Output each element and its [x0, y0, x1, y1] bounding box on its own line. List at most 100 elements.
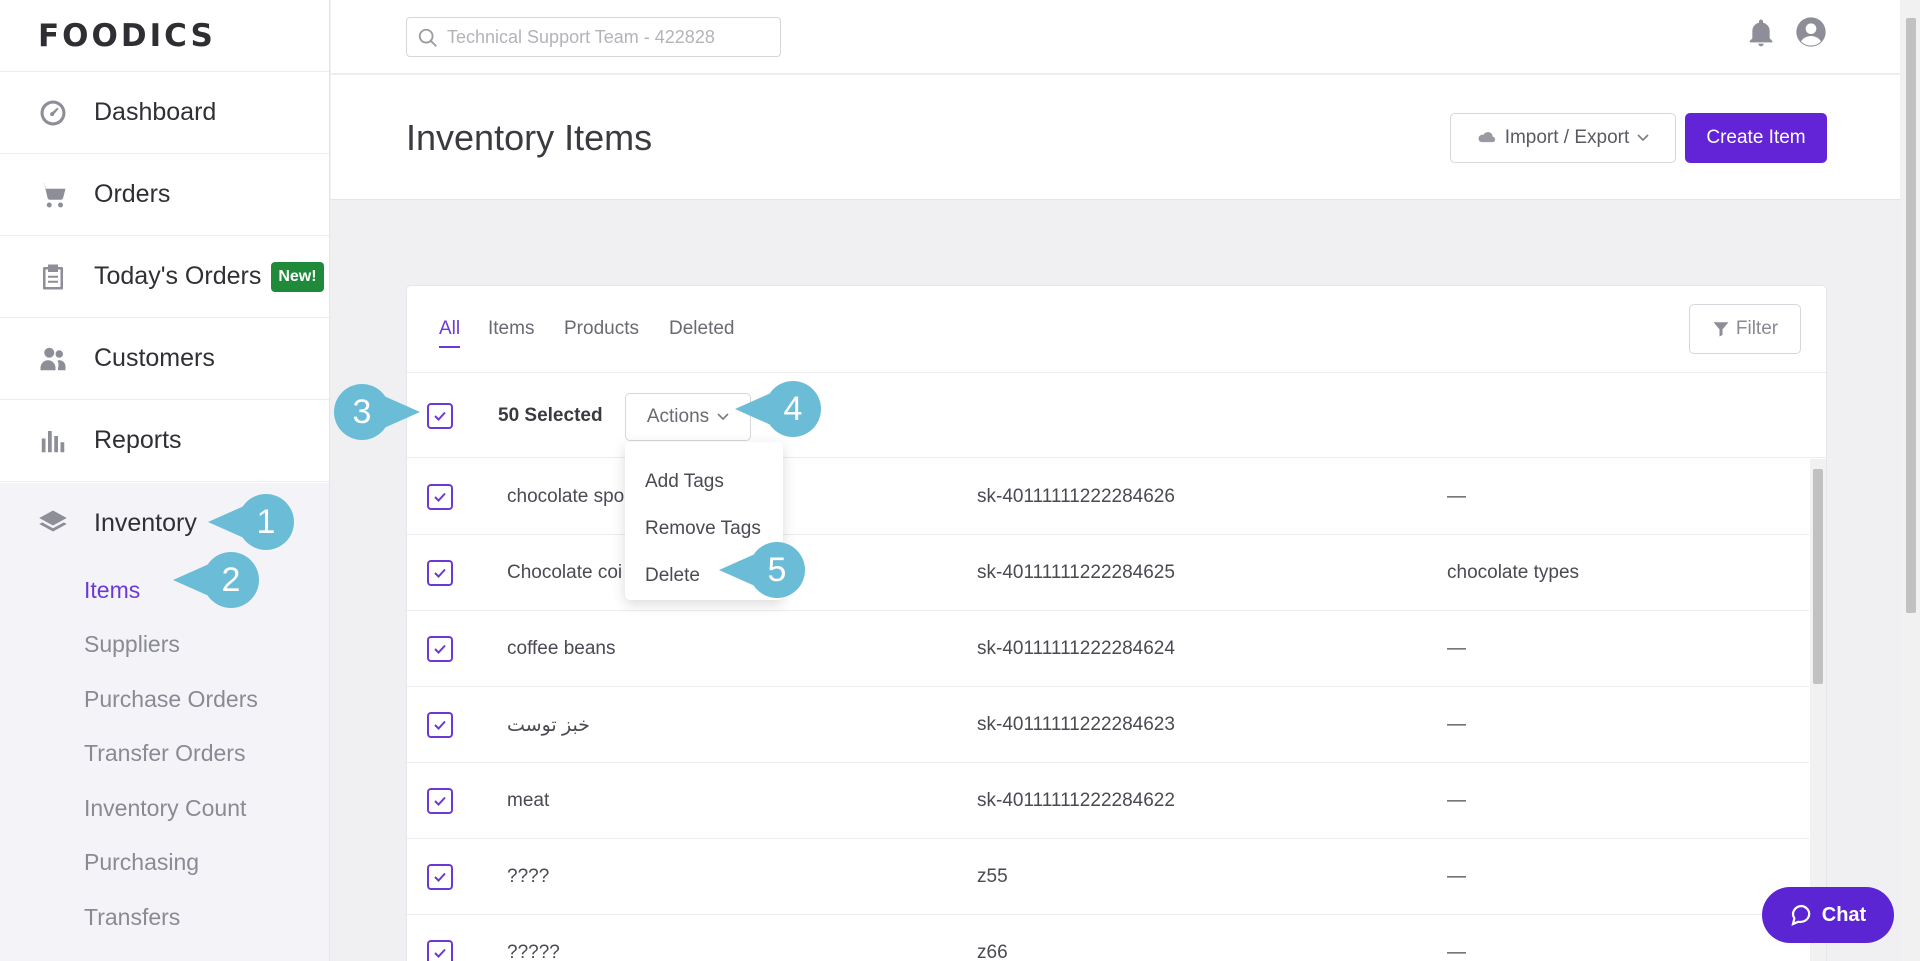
sidebar-item-dashboard[interactable]: Dashboard	[0, 72, 329, 154]
check-icon	[434, 720, 446, 730]
item-name: ????	[507, 866, 550, 887]
table-row[interactable]: Chocolate coi sk-40111111222284625 choco…	[407, 535, 1809, 611]
tab-deleted[interactable]: Deleted	[669, 318, 735, 340]
table-row[interactable]: coffee beans sk-40111111222284624 —	[407, 611, 1809, 687]
chevron-down-icon	[717, 413, 729, 421]
add-tags-option[interactable]: Add Tags	[625, 458, 783, 505]
sidebar-item-label: Orders	[94, 180, 171, 208]
sidebar: FOODICS Dashboard Orders Today's Orders …	[0, 0, 330, 961]
sidebar-subitem-purchase-orders[interactable]: Purchase Orders	[0, 672, 329, 727]
item-sku: z55	[977, 866, 1008, 887]
row-checkbox[interactable]	[427, 940, 453, 961]
filter-icon	[1713, 322, 1729, 337]
callout-1: 1	[208, 494, 294, 550]
item-name: coffee beans	[507, 638, 616, 659]
actions-label: Actions	[646, 406, 710, 427]
item-sku: sk-40111111222284626	[977, 486, 1175, 507]
item-tags: —	[1447, 942, 1466, 961]
table-row[interactable]: خبز توست sk-40111111222284623 —	[407, 687, 1809, 763]
selected-count: 50 Selected	[498, 405, 603, 426]
cloud-icon	[1478, 132, 1495, 143]
page-scroll-thumb[interactable]	[1906, 18, 1916, 613]
item-name: chocolate spo	[507, 486, 625, 507]
sidebar-subitem-suppliers[interactable]: Suppliers	[0, 618, 329, 673]
sidebar-item-label: Today's Orders	[94, 262, 262, 290]
sidebar-subitem-items[interactable]: Items	[0, 563, 329, 618]
cart-icon	[38, 180, 68, 210]
sidebar-subitem-production[interactable]: Production	[0, 945, 329, 961]
create-item-button[interactable]: Create Item	[1685, 113, 1827, 163]
check-icon	[434, 568, 446, 578]
table-row[interactable]: ????? z66 —	[407, 915, 1809, 961]
import-export-button[interactable]: Import / Export	[1450, 113, 1676, 163]
chevron-down-icon	[1637, 134, 1649, 142]
search-input[interactable]: Technical Support Team - 422828	[406, 17, 781, 57]
tab-items[interactable]: Items	[488, 318, 534, 340]
table-row[interactable]: meat sk-40111111222284622 —	[407, 763, 1809, 839]
callout-3: 3	[334, 384, 420, 440]
items-card: All Items Products Deleted Filter 50 Sel…	[406, 285, 1827, 961]
item-name: ?????	[507, 942, 560, 961]
foodics-logo[interactable]: FOODICS	[0, 0, 329, 72]
check-icon	[434, 872, 446, 882]
filter-button[interactable]: Filter	[1689, 304, 1801, 354]
row-checkbox[interactable]	[427, 560, 453, 586]
sidebar-item-label: Dashboard	[94, 98, 217, 126]
chat-button[interactable]: Chat	[1762, 887, 1894, 943]
item-tags: —	[1447, 486, 1466, 507]
table-scroll-thumb[interactable]	[1813, 469, 1823, 684]
search-placeholder: Technical Support Team - 422828	[447, 26, 715, 47]
import-export-label: Import / Export	[1504, 127, 1630, 148]
item-sku: sk-40111111222284623	[977, 714, 1175, 735]
sidebar-subitem-inventory-count[interactable]: Inventory Count	[0, 781, 329, 836]
sidebar-subitem-transfers[interactable]: Transfers	[0, 890, 329, 945]
sidebar-subitem-purchasing[interactable]: Purchasing	[0, 836, 329, 891]
row-checkbox[interactable]	[427, 484, 453, 510]
item-name: meat	[507, 790, 550, 811]
item-tags: —	[1447, 638, 1466, 659]
customers-icon	[38, 344, 68, 374]
top-bar: Technical Support Team - 422828	[331, 0, 1900, 74]
check-icon	[434, 644, 446, 654]
sidebar-item-customers[interactable]: Customers	[0, 318, 329, 400]
bell-icon[interactable]	[1745, 16, 1777, 50]
row-checkbox[interactable]	[427, 788, 453, 814]
row-checkbox[interactable]	[427, 636, 453, 662]
sidebar-item-orders[interactable]: Orders	[0, 154, 329, 236]
tabs-bar: All Items Products Deleted Filter	[407, 286, 1826, 373]
new-badge: New!	[271, 261, 324, 292]
item-tags: —	[1447, 866, 1466, 887]
sidebar-item-todays-orders[interactable]: Today's Orders New!	[0, 236, 329, 318]
page-scrollbar[interactable]	[1902, 0, 1920, 961]
remove-tags-option[interactable]: Remove Tags	[625, 505, 783, 552]
table-row[interactable]: chocolate spo sk-40111111222284626 —	[407, 459, 1809, 535]
clipboard-icon	[38, 262, 68, 292]
sidebar-item-reports[interactable]: Reports	[0, 400, 329, 482]
table-row[interactable]: ???? z55 —	[407, 839, 1809, 915]
callout-4: 4	[735, 381, 821, 437]
actions-button[interactable]: Actions	[625, 393, 751, 441]
item-sku: z66	[977, 942, 1008, 961]
sidebar-item-label: Reports	[94, 426, 182, 454]
item-name: Chocolate coi	[507, 562, 623, 583]
sidebar-item-label: Inventory	[94, 508, 197, 537]
item-tags: —	[1447, 714, 1466, 735]
search-icon	[418, 28, 437, 47]
callout-5: 5	[719, 542, 805, 598]
tab-all[interactable]: All	[439, 318, 461, 348]
dashboard-gauge-icon	[38, 98, 68, 128]
callout-2: 2	[173, 552, 259, 608]
table-scrollbar[interactable]	[1810, 459, 1826, 961]
check-icon	[434, 411, 446, 421]
user-avatar-icon[interactable]	[1795, 16, 1827, 48]
item-sku: sk-40111111222284625	[977, 562, 1175, 583]
row-checkbox[interactable]	[427, 864, 453, 890]
check-icon	[434, 796, 446, 806]
inventory-section: Inventory Items Suppliers Purchase Order…	[0, 483, 329, 961]
tab-products[interactable]: Products	[564, 318, 639, 340]
chat-bubble-icon	[1791, 904, 1811, 926]
row-checkbox[interactable]	[427, 712, 453, 738]
page-header: Inventory Items Import / Export Create I…	[331, 75, 1900, 200]
select-all-checkbox[interactable]	[427, 403, 453, 429]
sidebar-subitem-transfer-orders[interactable]: Transfer Orders	[0, 727, 329, 782]
